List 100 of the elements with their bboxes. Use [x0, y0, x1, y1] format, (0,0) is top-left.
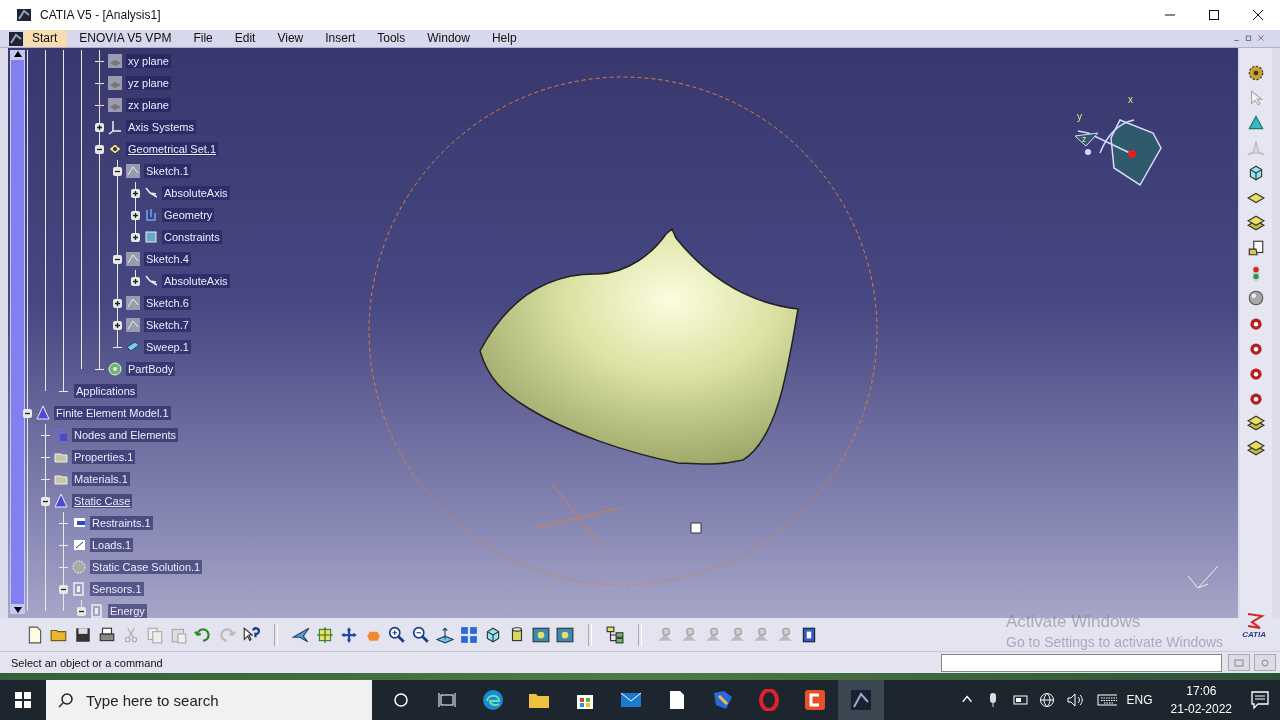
expand-toggle[interactable]: [41, 496, 50, 506]
plus-icon: [96, 123, 103, 131]
expand-toggle[interactable]: [23, 408, 32, 418]
tree-item[interactable]: yz plane: [126, 76, 171, 90]
app-icon[interactable]: [8, 30, 24, 47]
tree-item[interactable]: Sensors.1: [90, 582, 144, 596]
menu-item[interactable]: File: [185, 30, 223, 47]
tree-item[interactable]: Sketch.6: [144, 296, 191, 310]
tree-item[interactable]: AbsoluteAxis: [162, 274, 230, 288]
plus-icon: [132, 189, 139, 197]
undo-icon[interactable]: [194, 625, 212, 644]
gear-icon[interactable]: [1247, 64, 1265, 82]
tree-item[interactable]: Axis Systems: [126, 120, 196, 134]
printer-icon[interactable]: [98, 625, 116, 644]
tree-item[interactable]: Static Case Solution.1: [90, 560, 203, 574]
axis-icon: [143, 273, 159, 289]
sketch-icon: [125, 317, 141, 333]
pan-icon[interactable]: [340, 625, 358, 644]
menu-item[interactable]: View: [269, 30, 314, 47]
fem-icon: [53, 493, 69, 509]
layers-icon[interactable]: [1247, 439, 1265, 457]
expand-toggle[interactable]: [131, 232, 140, 242]
expand-toggle[interactable]: [131, 210, 140, 220]
tree-item[interactable]: Sketch.7: [144, 318, 191, 332]
plus-icon: [132, 277, 139, 285]
tree-item[interactable]: xy plane: [126, 54, 171, 68]
menu-item[interactable]: Edit: [226, 30, 266, 47]
tree-item[interactable]: Geometry: [162, 208, 215, 222]
body-icon: [107, 361, 123, 377]
menu-item[interactable]: Start: [24, 30, 68, 47]
fit-icon[interactable]: [316, 625, 334, 644]
render-icon[interactable]: [532, 625, 550, 644]
page-icon[interactable]: [26, 625, 44, 644]
up-arrow-icon[interactable]: [12, 50, 23, 58]
plus-icon: [132, 211, 139, 219]
tree-item[interactable]: Geometrical Set.1: [126, 142, 219, 156]
speaker-icon[interactable]: [1064, 692, 1083, 708]
menu-item[interactable]: ENOVIA V5 VPM: [71, 30, 182, 47]
tree-item[interactable]: Energy: [108, 604, 147, 618]
zoomin-icon[interactable]: [388, 625, 406, 644]
grid-icon[interactable]: [460, 625, 478, 644]
expand-toggle[interactable]: [113, 166, 122, 176]
sphere-icon[interactable]: [1247, 289, 1265, 307]
tree-item[interactable]: PartBody: [126, 362, 176, 376]
tree-item[interactable]: Finite Element Model.1: [54, 406, 171, 420]
menu-item[interactable]: Help: [483, 30, 527, 47]
tree-item[interactable]: Static Case: [72, 494, 133, 508]
pyramid-icon[interactable]: [1247, 114, 1265, 132]
menu-item[interactable]: Insert: [317, 30, 366, 47]
solution-icon: [71, 559, 87, 575]
tree-item[interactable]: AbsoluteAxis: [162, 186, 230, 200]
tree-item[interactable]: Sketch.1: [144, 164, 191, 178]
clock[interactable]: 17:06 21-02-2022: [1170, 682, 1232, 718]
tree-item[interactable]: Properties.1: [72, 450, 136, 464]
tree-item[interactable]: Restraints.1: [90, 516, 153, 530]
expand-toggle[interactable]: [77, 606, 86, 616]
search-field[interactable]: Type here to search: [84, 690, 348, 710]
zoomout-icon[interactable]: [412, 625, 430, 644]
expand-toggle[interactable]: [131, 188, 140, 198]
plus-icon: [114, 321, 121, 329]
tree-item[interactable]: Materials.1: [72, 472, 130, 486]
shade-icon[interactable]: [556, 625, 574, 644]
help-icon[interactable]: [242, 625, 260, 644]
tree-item[interactable]: Applications: [74, 384, 138, 398]
compass-drawing[interactable]: y x z: [1074, 94, 1162, 187]
notification-icon[interactable]: [1250, 690, 1270, 710]
window-icon: [1234, 658, 1244, 667]
plane-icon: [107, 97, 123, 113]
fly-icon[interactable]: [292, 625, 310, 644]
tree-item[interactable]: Sweep.1: [144, 340, 191, 354]
tree-item[interactable]: Nodes and Elements: [72, 428, 179, 442]
document-icon[interactable]: [1247, 239, 1265, 257]
expand-toggle[interactable]: [59, 584, 68, 594]
geoset-icon: [107, 141, 123, 157]
menu-item[interactable]: Window: [419, 30, 480, 47]
menu-item[interactable]: Tools: [369, 30, 416, 47]
expand-toggle[interactable]: [113, 320, 122, 330]
expand-toggle[interactable]: [131, 276, 140, 286]
expand-toggle[interactable]: [95, 144, 104, 154]
tree-item[interactable]: Loads.1: [90, 538, 134, 552]
command-field[interactable]: [941, 653, 1222, 672]
scrollbar[interactable]: [10, 50, 25, 614]
tree-item[interactable]: Sketch.4: [144, 252, 191, 266]
search-bar[interactable]: Type here to search: [46, 680, 372, 720]
cube-icon[interactable]: [484, 625, 502, 644]
expand-toggle[interactable]: [95, 122, 104, 132]
cube-icon[interactable]: [1247, 164, 1265, 182]
battery-icon[interactable]: [1010, 692, 1029, 708]
tree-icon[interactable]: [606, 625, 624, 644]
language-indicator[interactable]: ENG: [1126, 693, 1153, 707]
expand-toggle[interactable]: [113, 254, 122, 264]
globe-icon[interactable]: [1038, 692, 1055, 708]
tree-item[interactable]: Constraints: [162, 230, 222, 244]
down-arrow-icon[interactable]: [12, 606, 23, 614]
normal-icon[interactable]: [436, 625, 454, 644]
tree-item[interactable]: zx plane: [126, 98, 171, 112]
layers-icon[interactable]: [1247, 414, 1265, 432]
floppy-icon[interactable]: [74, 625, 92, 644]
expand-toggle[interactable]: [113, 298, 122, 308]
layers-icon[interactable]: [1247, 214, 1265, 232]
